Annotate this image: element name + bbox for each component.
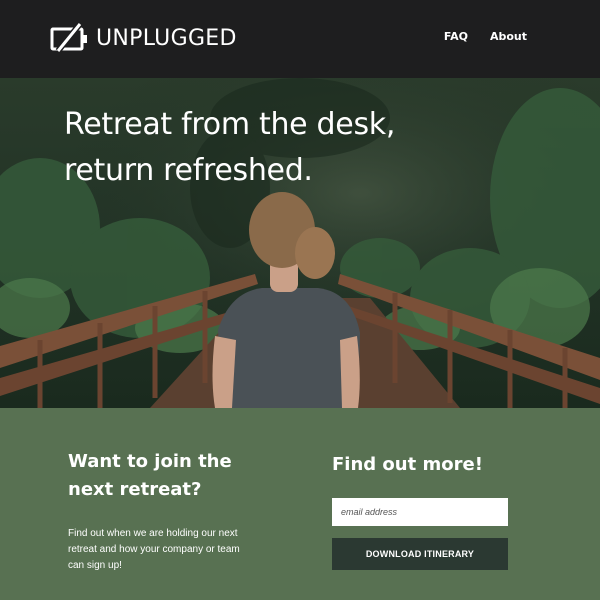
nav-link-faq[interactable]: FAQ: [444, 30, 468, 43]
nav-link-about[interactable]: About: [490, 30, 527, 43]
join-description: Find out when we are holding our next re…: [68, 528, 240, 571]
battery-slash-icon: [50, 22, 90, 54]
brand-name: UNPLUGGED: [96, 25, 237, 51]
join-heading: Want to join the next retreat?: [68, 451, 232, 500]
find-out-heading: Find out more!: [332, 454, 483, 475]
hero-title: Retreat from the desk, return refreshed.: [64, 102, 395, 194]
hero-title-line1: Retreat from the desk,: [64, 107, 396, 142]
signup-section: Want to join the next retreat? Find out …: [0, 408, 600, 600]
hero-banner: Retreat from the desk, return refreshed.: [0, 78, 600, 408]
email-field[interactable]: [332, 498, 508, 526]
main-nav: FAQ About: [444, 30, 527, 43]
brand-logo[interactable]: UNPLUGGED: [50, 22, 237, 54]
download-itinerary-button[interactable]: DOWNLOAD ITINERARY: [332, 538, 508, 570]
site-header: UNPLUGGED FAQ About: [0, 0, 600, 78]
hero-title-line2: return refreshed.: [64, 153, 313, 188]
